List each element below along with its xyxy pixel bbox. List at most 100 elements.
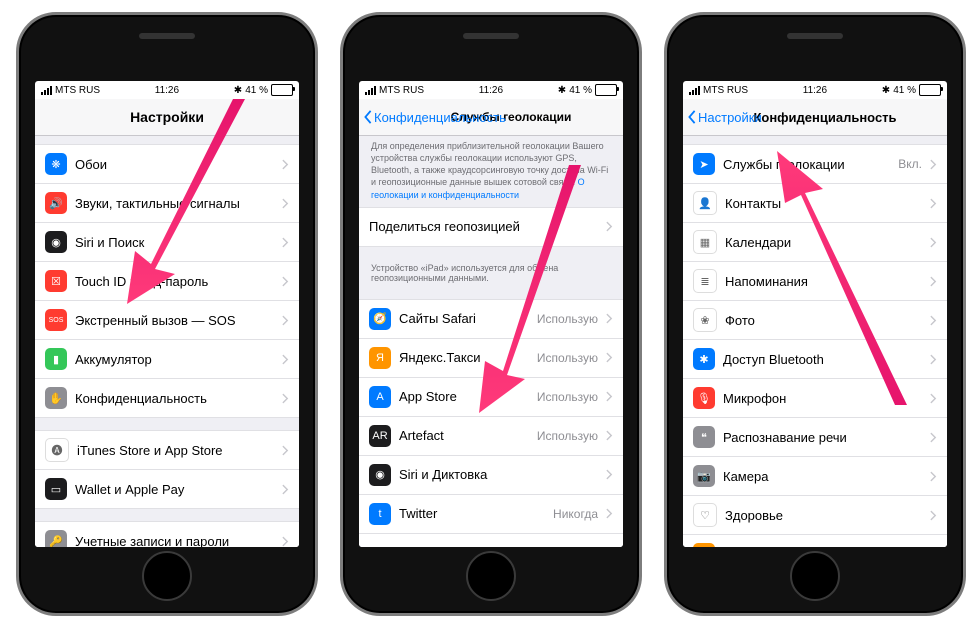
row-label: App Store [399, 389, 529, 404]
chevron-right-icon [606, 469, 613, 480]
row-detail: Никогда [553, 507, 598, 521]
chevron-right-icon [930, 276, 937, 287]
settings-row[interactable]: ARArtefactИспользую [359, 417, 623, 456]
nav-title: Настройки [130, 109, 204, 125]
chevron-right-icon [606, 508, 613, 519]
chevron-right-icon [282, 393, 289, 404]
row-detail: Использую [537, 351, 598, 365]
row-icon: ✱ [693, 348, 715, 370]
chevron-right-icon [282, 159, 289, 170]
settings-row[interactable]: tTwitterНикогда [359, 495, 623, 534]
system-services-row[interactable]: Системные службы [359, 534, 623, 547]
settings-row[interactable]: 👤Контакты [683, 184, 947, 223]
row-label: Календари [725, 235, 922, 250]
row-icon: ☒ [45, 270, 67, 292]
chevron-right-icon [930, 159, 937, 170]
row-detail: Использую [537, 312, 598, 326]
row-icon: t [369, 503, 391, 525]
chevron-right-icon [282, 276, 289, 287]
chevron-right-icon [930, 432, 937, 443]
settings-row[interactable]: ◉ Siri и Поиск [35, 223, 299, 262]
row-icon: Я [369, 347, 391, 369]
settings-row[interactable]: ▮Аккумулятор [35, 340, 299, 379]
settings-row[interactable]: 🎙Микрофон [683, 379, 947, 418]
settings-row[interactable]: 📷Камера [683, 457, 947, 496]
back-button[interactable]: Настройки [687, 110, 762, 125]
settings-row[interactable]: ☒Touch ID и код-пароль [35, 262, 299, 301]
chevron-right-icon [930, 237, 937, 248]
chevron-right-icon [282, 315, 289, 326]
settings-row[interactable]: ♡Здоровье [683, 496, 947, 535]
status-right: ✱ 41 % [234, 84, 293, 96]
row-icon: A [369, 386, 391, 408]
chevron-right-icon [930, 315, 937, 326]
phone-2: MTS RUS 11:26 ✱ 41 % Конфиденциальность … [340, 12, 642, 616]
settings-row[interactable]: SOSЭкстренный вызов — SOS [35, 301, 299, 340]
row-icon: ◉ [369, 464, 391, 486]
back-label: Конфиденциальность [374, 110, 506, 125]
settings-row[interactable]: ⌂HomeKit [683, 535, 947, 547]
settings-row[interactable]: ≣Напоминания [683, 262, 947, 301]
battery-icon [595, 84, 617, 96]
row-icon: ❋ [45, 153, 67, 175]
row-icon: ▦ [693, 230, 717, 254]
chevron-right-icon [930, 510, 937, 521]
about-link[interactable]: О геолокации и конфиденциальности [371, 177, 585, 199]
settings-row[interactable]: AApp StoreИспользую [359, 378, 623, 417]
chevron-right-icon [930, 354, 937, 365]
chevron-right-icon [930, 393, 937, 404]
chevron-right-icon [282, 445, 289, 456]
carrier: MTS RUS [379, 85, 424, 96]
settings-row[interactable]: ◉Siri и Диктовка [359, 456, 623, 495]
row-label: Системные службы [399, 545, 598, 547]
row-label: Доступ Bluetooth [723, 352, 922, 367]
settings-row[interactable]: 🔊Звуки, тактильные сигналы [35, 184, 299, 223]
status-left: MTS RUS [365, 85, 424, 96]
row-icon: SOS [45, 309, 67, 331]
content[interactable]: ❋ Обои 🔊Звуки, тактильные сигналы ◉ Siri и П… [35, 136, 299, 547]
screen-2: MTS RUS 11:26 ✱ 41 % Конфиденциальность … [359, 81, 623, 547]
settings-row[interactable]: ➤Службы геолокацииВкл. [683, 144, 947, 184]
batt-pct: 41 % [245, 85, 268, 96]
row-icon: ✋ [45, 387, 67, 409]
settings-row[interactable]: ❋ Обои [35, 144, 299, 184]
row-icon: ♡ [693, 503, 717, 527]
phone-1: MTS RUS 11:26 ✱ 41 % Настройки ❋Обои🔊Зву… [16, 12, 318, 616]
settings-row[interactable]: ▭Wallet и Apple Pay [35, 470, 299, 509]
share-location-row[interactable]: Поделиться геопозицией [359, 207, 623, 247]
chevron-right-icon [282, 198, 289, 209]
battery-icon [919, 84, 941, 96]
row-detail: Использую [537, 429, 598, 443]
row-label: Микрофон [723, 391, 922, 406]
status-bar: MTS RUS 11:26 ✱ 41 % [683, 81, 947, 99]
settings-row[interactable]: ▦ Календари [683, 223, 947, 262]
settings-row[interactable]: 🔑Учетные записи и пароли [35, 521, 299, 547]
settings-row[interactable]: ✱ Доступ Bluetooth [683, 340, 947, 379]
carrier: MTS RUS [703, 85, 748, 96]
content[interactable]: ➤Службы геолокацииВкл.👤Контакты ▦ Календар… [683, 136, 947, 547]
row-label: Siri и Поиск [75, 235, 274, 250]
row-label: HomeKit [723, 547, 922, 548]
carrier: MTS RUS [55, 85, 100, 96]
back-label: Настройки [698, 110, 762, 125]
content[interactable]: Для определения приблизительной геолокац… [359, 136, 623, 547]
settings-row[interactable]: ❝Распознавание речи [683, 418, 947, 457]
settings-row[interactable]: 🅐iTunes Store и App Store [35, 430, 299, 470]
row-label: Обои [75, 157, 274, 172]
row-icon: ◉ [45, 231, 67, 253]
chevron-right-icon [606, 352, 613, 363]
screen-1: MTS RUS 11:26 ✱ 41 % Настройки ❋Обои🔊Зву… [35, 81, 299, 547]
settings-row[interactable]: ЯЯндекс.ТаксиИспользую [359, 339, 623, 378]
status-time: 11:26 [803, 85, 827, 96]
settings-row[interactable]: ❀Фото [683, 301, 947, 340]
chevron-right-icon [606, 313, 613, 324]
screen-3: MTS RUS 11:26 ✱ 41 % Настройки Конфиденц… [683, 81, 947, 547]
back-button[interactable]: Конфиденциальность [363, 110, 506, 125]
row-icon: ❝ [693, 426, 715, 448]
chevron-right-icon [282, 354, 289, 365]
row-label: Контакты [725, 196, 922, 211]
settings-row[interactable]: 🧭Сайты SafariИспользую [359, 299, 623, 339]
settings-row[interactable]: ✋Конфиденциальность [35, 379, 299, 418]
chevron-right-icon [606, 391, 613, 402]
signal-icon [365, 86, 376, 95]
